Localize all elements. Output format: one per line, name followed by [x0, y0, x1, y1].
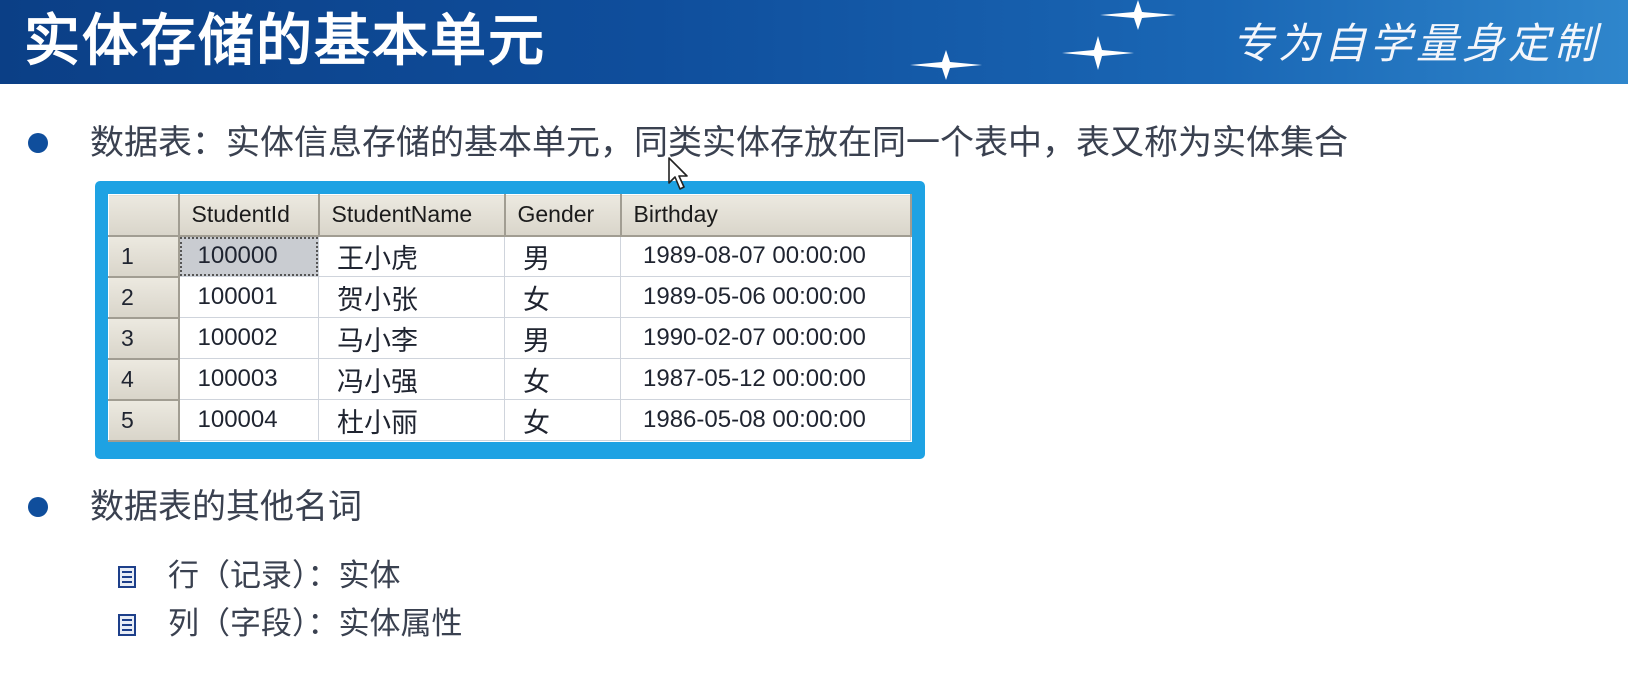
- column-header-studentid[interactable]: StudentId: [178, 194, 320, 237]
- bullet-text: 数据表：实体信息存储的基本单元，同类实体存放在同一个表中，表又称为实体集合: [90, 123, 1348, 163]
- slide-title: 实体存储的基本单元: [24, 9, 546, 74]
- row-number-cell[interactable]: 1: [108, 235, 180, 278]
- bullet-text: 数据表的其他名词: [90, 487, 362, 527]
- row-number-cell[interactable]: 3: [108, 317, 180, 360]
- studentname-cell[interactable]: 马小李: [318, 317, 505, 359]
- row-number-cell[interactable]: 5: [108, 399, 180, 442]
- star-icon: [1100, 0, 1176, 30]
- studentname-cell[interactable]: 王小虎: [318, 235, 505, 277]
- studentname-cell[interactable]: 冯小强: [318, 358, 505, 400]
- list-square-icon: [118, 566, 136, 588]
- grid-corner-cell[interactable]: [108, 194, 180, 237]
- star-icon: [1062, 36, 1134, 70]
- sub-item-text: 列（字段）：实体属性: [168, 606, 463, 642]
- bullet-dot-icon: [28, 497, 48, 517]
- birthday-cell[interactable]: 1990-02-07 00:00:00: [620, 317, 911, 359]
- bullet-dot-icon: [28, 133, 48, 153]
- slogan-text: 专为自学量身定制: [1232, 19, 1601, 68]
- table-row[interactable]: 2 100001 贺小张 女 1989-05-06 00:00:00: [108, 276, 911, 319]
- mouse-cursor-icon: [668, 157, 688, 190]
- birthday-cell[interactable]: 1989-08-07 00:00:00: [620, 235, 911, 277]
- row-number-cell[interactable]: 4: [108, 358, 180, 401]
- studentid-cell[interactable]: 100000: [178, 235, 319, 277]
- birthday-cell[interactable]: 1986-05-08 00:00:00: [620, 399, 911, 441]
- studentname-cell[interactable]: 贺小张: [318, 276, 505, 318]
- column-header-birthday[interactable]: Birthday: [620, 194, 912, 237]
- gender-cell[interactable]: 女: [504, 358, 621, 400]
- birthday-cell[interactable]: 1987-05-12 00:00:00: [620, 358, 911, 400]
- studentid-cell[interactable]: 100003: [178, 358, 319, 400]
- sub-item-text: 行（记录）：实体: [168, 558, 401, 594]
- studentid-cell[interactable]: 100001: [178, 276, 319, 318]
- table-row[interactable]: 1 100000 王小虎 男 1989-08-07 00:00:00: [108, 235, 911, 278]
- studentid-cell[interactable]: 100004: [178, 399, 319, 441]
- table-row[interactable]: 5 100004 杜小丽 女 1986-05-08 00:00:00: [108, 399, 911, 442]
- star-icon: [910, 50, 982, 80]
- column-header-studentname[interactable]: StudentName: [318, 194, 506, 237]
- gender-cell[interactable]: 男: [504, 317, 621, 359]
- gender-cell[interactable]: 女: [504, 399, 621, 441]
- table-row[interactable]: 4 100003 冯小强 女 1987-05-12 00:00:00: [108, 358, 911, 401]
- data-grid[interactable]: StudentId StudentName Gender Birthday 1 …: [108, 194, 912, 442]
- studentid-cell[interactable]: 100002: [178, 317, 319, 359]
- table-row[interactable]: 3 100002 马小李 男 1990-02-07 00:00:00: [108, 317, 911, 360]
- gender-cell[interactable]: 男: [504, 235, 621, 277]
- birthday-cell[interactable]: 1989-05-06 00:00:00: [620, 276, 911, 318]
- column-header-gender[interactable]: Gender: [504, 194, 622, 237]
- grid-header-row: StudentId StudentName Gender Birthday: [108, 194, 912, 237]
- row-number-cell[interactable]: 2: [108, 276, 180, 319]
- list-square-icon: [118, 614, 136, 636]
- gender-cell[interactable]: 女: [504, 276, 621, 318]
- title-banner: 实体存储的基本单元 专为自学量身定制: [0, 0, 1628, 84]
- studentname-cell[interactable]: 杜小丽: [318, 399, 505, 441]
